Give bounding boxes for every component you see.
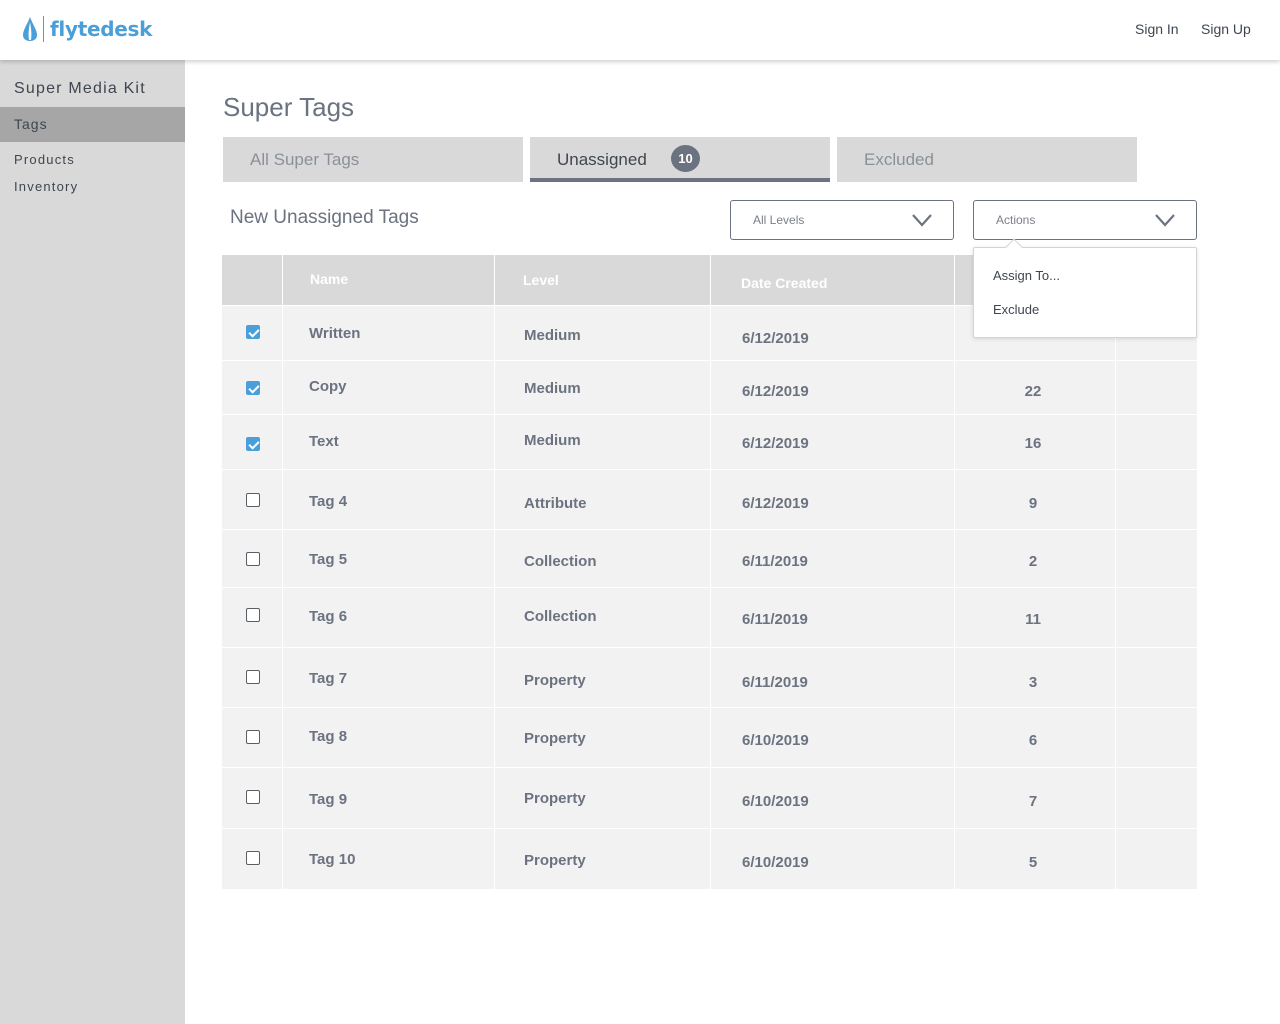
row-checkbox[interactable] (246, 730, 260, 744)
cell-name: Tag 6 (309, 608, 348, 625)
brand-logo[interactable]: flytedesk (22, 15, 152, 43)
cell-level: Property (524, 852, 586, 869)
cell-level: Attribute (524, 495, 587, 512)
logo-divider (43, 16, 44, 42)
brand-name: flytedesk (50, 17, 153, 41)
tab-excluded[interactable]: Excluded (837, 137, 1137, 182)
page-title: Super Tags (223, 92, 355, 122)
cell-date-created: 6/11/2019 (742, 553, 808, 570)
row-checkbox[interactable] (246, 790, 260, 804)
cell-name: Tag 5 (309, 551, 348, 568)
actions-dropdown-menu: Assign To... Exclude (973, 238, 1197, 338)
row-checkbox[interactable] (246, 325, 260, 339)
actions-select[interactable]: Actions (973, 200, 1197, 240)
top-header: flytedesk Sign In Sign Up (0, 0, 1280, 60)
cell-name: Tag 8 (309, 728, 348, 745)
menu-item-exclude[interactable]: Exclude (993, 302, 1039, 317)
chevron-down-icon (912, 214, 932, 227)
cell-name: Text (309, 433, 339, 450)
row-checkbox[interactable] (246, 493, 260, 507)
cell-level: Medium (524, 380, 581, 397)
row-checkbox[interactable] (246, 670, 260, 684)
section-title: New Unassigned Tags (230, 207, 419, 228)
cell-date-created: 6/10/2019 (742, 854, 809, 871)
cell-count: 16 (1024, 435, 1042, 452)
cell-count: 11 (1025, 611, 1041, 628)
sign-up-link[interactable]: Sign Up (1201, 21, 1251, 37)
column-divider (710, 255, 711, 893)
column-divider (1115, 255, 1116, 893)
menu-item-assign-to[interactable]: Assign To... (993, 268, 1060, 283)
count-badge: 10 (671, 145, 700, 172)
cell-level: Property (524, 730, 586, 747)
cell-count: 22 (1024, 383, 1042, 400)
cell-level: Property (524, 672, 586, 689)
cell-name: Copy (309, 378, 347, 395)
cell-name: Written (309, 325, 361, 342)
cell-level: Collection (524, 553, 597, 570)
select-value: All Levels (753, 213, 805, 227)
cell-date-created: 6/12/2019 (742, 495, 809, 512)
row-checkbox[interactable] (246, 851, 260, 865)
tab-label: Excluded (864, 150, 934, 169)
cell-count: 6 (1028, 732, 1038, 749)
cell-level: Collection (524, 608, 597, 625)
chevron-down-icon (1155, 214, 1175, 227)
tab-label: All Super Tags (250, 150, 360, 169)
cell-count: 2 (1028, 553, 1038, 570)
tab-label: Unassigned (557, 150, 647, 169)
cell-level: Medium (524, 432, 581, 449)
tab-all-super-tags[interactable]: All Super Tags (223, 137, 523, 182)
cell-count: 5 (1028, 854, 1038, 871)
cell-date-created: 6/12/2019 (742, 383, 809, 400)
cell-level: Medium (524, 327, 581, 344)
cell-name: Tag 4 (309, 493, 348, 510)
cell-date-created: 6/10/2019 (742, 793, 809, 810)
flytedesk-drop-icon (23, 17, 37, 41)
row-checkbox[interactable] (246, 552, 260, 566)
level-filter-select[interactable]: All Levels (730, 200, 954, 240)
cell-count: 7 (1028, 793, 1038, 810)
dropdown-caret (1005, 238, 1023, 256)
sidebar-item-inventory[interactable]: Inventory (14, 179, 78, 194)
cell-date-created: 6/12/2019 (742, 435, 809, 452)
tags-table: Name Level Date Created Written Medium 6/1… (222, 255, 1197, 893)
sidebar: Super Media Kit Tags Products Inventory (0, 60, 185, 1024)
sign-in-link[interactable]: Sign In (1135, 21, 1179, 37)
column-divider (494, 255, 495, 893)
sidebar-item-label: Tags (14, 116, 48, 132)
cell-name: Tag 10 (309, 851, 356, 868)
row-checkbox[interactable] (246, 437, 260, 451)
sidebar-item-tags[interactable]: Tags (0, 107, 185, 142)
cell-date-created: 6/11/2019 (742, 674, 808, 691)
tab-unassigned[interactable]: Unassigned 10 (530, 137, 830, 182)
cell-level: Property (524, 790, 586, 807)
column-divider (954, 255, 955, 893)
cell-count: 3 (1028, 674, 1038, 691)
cell-count: 9 (1028, 495, 1038, 512)
cell-date-created: 6/11/2019 (742, 611, 808, 628)
cell-name: Tag 7 (309, 670, 348, 687)
column-divider (282, 255, 283, 893)
sidebar-item-products[interactable]: Products (14, 152, 75, 167)
sidebar-title[interactable]: Super Media Kit (14, 80, 146, 98)
row-checkbox[interactable] (246, 608, 260, 622)
cell-name: Tag 9 (309, 791, 348, 808)
row-checkbox[interactable] (246, 381, 260, 395)
select-value: Actions (996, 213, 1036, 227)
cell-date-created: 6/12/2019 (742, 330, 809, 347)
cell-date-created: 6/10/2019 (742, 732, 809, 749)
